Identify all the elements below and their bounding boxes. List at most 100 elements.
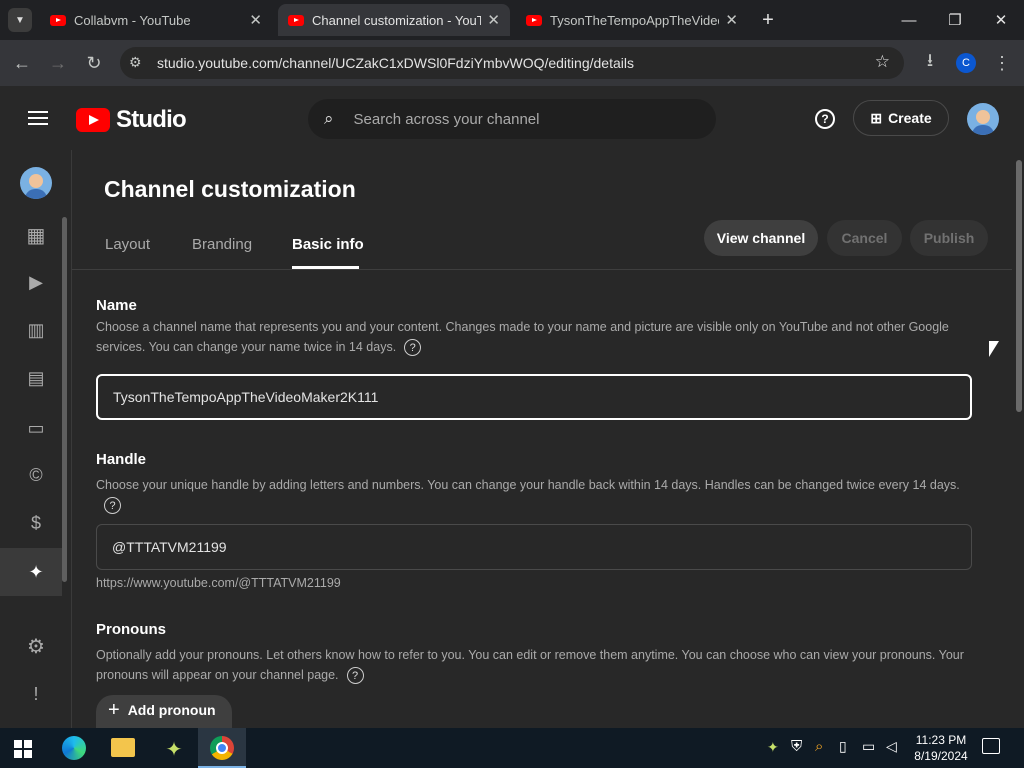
tray-app-icon[interactable]: ✦	[767, 739, 779, 756]
hamburger-menu-icon[interactable]	[28, 111, 48, 125]
handle-input[interactable]: @TTTATVM21199	[96, 524, 972, 570]
feedback-icon[interactable]: !	[20, 678, 52, 710]
youtube-favicon-icon	[526, 14, 542, 26]
app-icon[interactable]: ✦	[162, 737, 186, 761]
back-button[interactable]: ←	[8, 49, 36, 77]
browser-tab-tyson[interactable]: TysonTheTempoAppTheVideoMaker ✕	[516, 4, 748, 36]
tab-basic-info[interactable]: Basic info	[292, 236, 364, 253]
name-section-title: Name	[96, 297, 137, 314]
handle-description: Choose your unique handle by adding lett…	[96, 475, 966, 515]
usb-icon[interactable]: ▯	[839, 738, 847, 755]
browser-tab-channel-customization[interactable]: Channel customization - YouTube ✕	[278, 4, 510, 36]
channel-avatar[interactable]	[20, 167, 52, 199]
chrome-taskbar-button[interactable]	[198, 728, 246, 768]
search-icon: ⌕	[324, 109, 334, 128]
clock-date: 8/19/2024	[914, 749, 968, 763]
new-tab-button[interactable]: +	[756, 8, 780, 32]
site-info-icon[interactable]: ⚙	[129, 54, 142, 71]
defender-icon[interactable]: ⛨	[791, 738, 802, 755]
youtube-studio-favicon-icon	[288, 14, 304, 26]
add-pronoun-button[interactable]: + Add pronoun	[96, 695, 232, 728]
tab-branding[interactable]: Branding	[192, 236, 252, 253]
minimize-button[interactable]: —	[886, 0, 932, 40]
pronouns-description: Optionally add your pronouns. Let others…	[96, 645, 966, 685]
download-icon[interactable]: ⭳	[916, 49, 944, 77]
close-tab-icon[interactable]: ✕	[725, 11, 738, 29]
close-tab-icon[interactable]: ✕	[249, 11, 262, 29]
tabs-divider	[72, 269, 1012, 270]
dashboard-icon[interactable]: ▦	[20, 219, 52, 251]
subtitles-icon[interactable]: ▭	[20, 412, 52, 444]
main-scrollbar-track[interactable]	[1012, 150, 1024, 728]
bookmark-star-icon[interactable]: ☆	[875, 52, 890, 72]
close-tab-icon[interactable]: ✕	[487, 11, 500, 29]
close-window-button[interactable]: ✕	[978, 0, 1024, 40]
name-value: TysonTheTempoAppTheVideoMaker2K111	[113, 389, 379, 405]
windows-start-icon[interactable]	[14, 740, 32, 758]
main-scrollbar-thumb[interactable]	[1016, 160, 1022, 412]
add-pronoun-label: Add pronoun	[127, 702, 216, 718]
handle-value: @TTTATVM21199	[112, 539, 227, 555]
pronouns-description-text: Optionally add your pronouns. Let others…	[96, 648, 964, 682]
studio-logo-text: Studio	[116, 106, 187, 133]
help-icon[interactable]: ?	[815, 109, 835, 129]
volume-muted-icon[interactable]: ◁	[886, 738, 897, 755]
notifications-icon[interactable]	[982, 738, 1000, 754]
cancel-button[interactable]: Cancel	[827, 220, 902, 256]
clock[interactable]: 11:23 PM 8/19/2024	[912, 732, 970, 764]
publish-button[interactable]: Publish	[910, 220, 988, 256]
analytics-icon[interactable]: ▥	[20, 314, 52, 346]
page-title: Channel customization	[104, 176, 356, 202]
tab-title: Channel customization - YouTube	[312, 12, 482, 28]
network-icon[interactable]: ▭	[862, 738, 875, 755]
handle-section-title: Handle	[96, 451, 147, 468]
pronouns-help-icon[interactable]: ?	[346, 667, 364, 685]
studio-logo[interactable]: Studio	[76, 106, 187, 134]
earn-icon[interactable]: $	[20, 507, 52, 539]
view-channel-button[interactable]: View channel	[704, 220, 818, 256]
search-tray-icon[interactable]: ⌕	[815, 738, 823, 755]
copyright-icon[interactable]: ©	[20, 459, 52, 491]
account-avatar[interactable]	[967, 103, 999, 135]
chrome-icon	[210, 736, 234, 760]
tab-title: Collabvm - YouTube	[74, 12, 191, 28]
file-explorer-icon[interactable]	[111, 738, 135, 757]
name-description-text: Choose a channel name that represents yo…	[96, 320, 949, 354]
customization-nav-item[interactable]: ✦	[0, 548, 62, 596]
browser-tab-collabvm[interactable]: Collabvm - YouTube ✕	[40, 4, 272, 36]
youtube-logo-icon	[76, 108, 110, 132]
name-input[interactable]: TysonTheTempoAppTheVideoMaker2K111	[96, 374, 972, 420]
plus-icon: +	[108, 699, 120, 721]
address-bar[interactable]: ⚙ studio.youtube.com/channel/UCZakC1xDWS…	[120, 47, 904, 79]
pronouns-section-title: Pronouns	[96, 621, 166, 638]
name-help-icon[interactable]: ?	[404, 339, 422, 357]
windows-taskbar: ✦ ✦ ⛨ ⌕ ▯ ▭ ◁ 11:23 PM 8/19/2024	[0, 728, 1024, 768]
handle-help-icon[interactable]: ?	[104, 497, 121, 515]
settings-icon[interactable]: ⚙	[20, 630, 52, 662]
content-icon[interactable]: ▶	[20, 266, 52, 298]
reload-button[interactable]: ↻	[80, 49, 108, 77]
tab-title: TysonTheTempoAppTheVideoMaker	[550, 12, 719, 28]
url-text: studio.youtube.com/channel/UCZakC1xDWSl0…	[157, 55, 634, 71]
create-button[interactable]: ⊞ Create	[853, 100, 949, 136]
youtube-favicon-icon	[50, 14, 66, 26]
search-bar[interactable]: ⌕ Search across your channel	[308, 99, 716, 139]
tab-search-icon[interactable]: ▼	[8, 8, 32, 32]
profile-avatar[interactable]: C	[956, 53, 976, 73]
tab-layout[interactable]: Layout	[105, 236, 150, 253]
clock-time: 11:23 PM	[915, 733, 967, 747]
browser-menu-icon[interactable]: ⋮	[988, 49, 1016, 77]
browser-tab-strip: ▼ Collabvm - YouTube ✕ Channel customiza…	[0, 0, 1024, 40]
left-navigation: ▦ ▶ ▥ ▤ ▭ © $ ✦ ⚙ !	[0, 150, 72, 728]
create-video-icon: ⊞	[870, 109, 883, 126]
magic-wand-icon: ✦	[28, 561, 44, 582]
nav-scrollbar[interactable]	[62, 217, 67, 582]
edge-icon[interactable]	[62, 736, 86, 760]
comments-icon[interactable]: ▤	[20, 362, 52, 394]
forward-button[interactable]: →	[44, 49, 72, 77]
handle-description-text: Choose your unique handle by adding lett…	[96, 478, 960, 492]
restore-button[interactable]: ❐	[932, 0, 978, 40]
search-placeholder: Search across your channel	[353, 110, 540, 128]
mouse-cursor-icon	[989, 341, 999, 357]
handle-url: https://www.youtube.com/@TTTATVM21199	[96, 576, 341, 590]
